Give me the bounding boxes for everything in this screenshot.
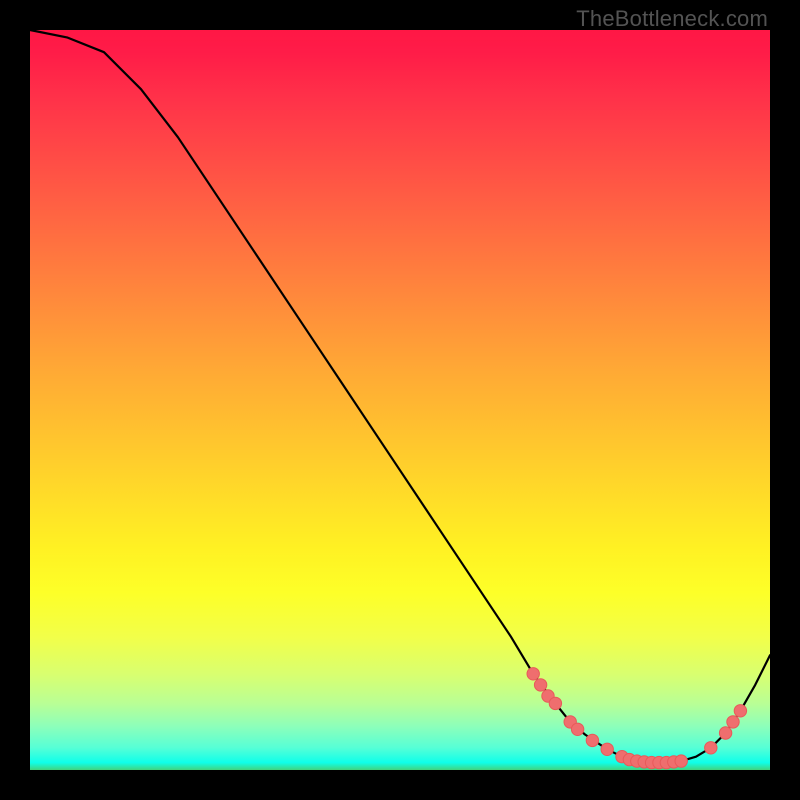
bottleneck-curve — [30, 30, 770, 763]
curve-marker — [727, 716, 739, 728]
curve-marker — [705, 742, 717, 754]
curve-marker — [601, 743, 613, 755]
curve-marker — [734, 705, 746, 717]
curve-marker — [719, 727, 731, 739]
curve-markers — [527, 668, 747, 769]
curve-marker — [675, 755, 687, 767]
curve-marker — [534, 679, 546, 691]
curve-svg — [30, 30, 770, 770]
curve-marker — [549, 697, 561, 709]
plot-area — [30, 30, 770, 770]
watermark-text: TheBottleneck.com — [576, 6, 768, 32]
chart-root: TheBottleneck.com — [0, 0, 800, 800]
curve-marker — [527, 668, 539, 680]
curve-marker — [571, 723, 583, 735]
curve-marker — [586, 734, 598, 746]
